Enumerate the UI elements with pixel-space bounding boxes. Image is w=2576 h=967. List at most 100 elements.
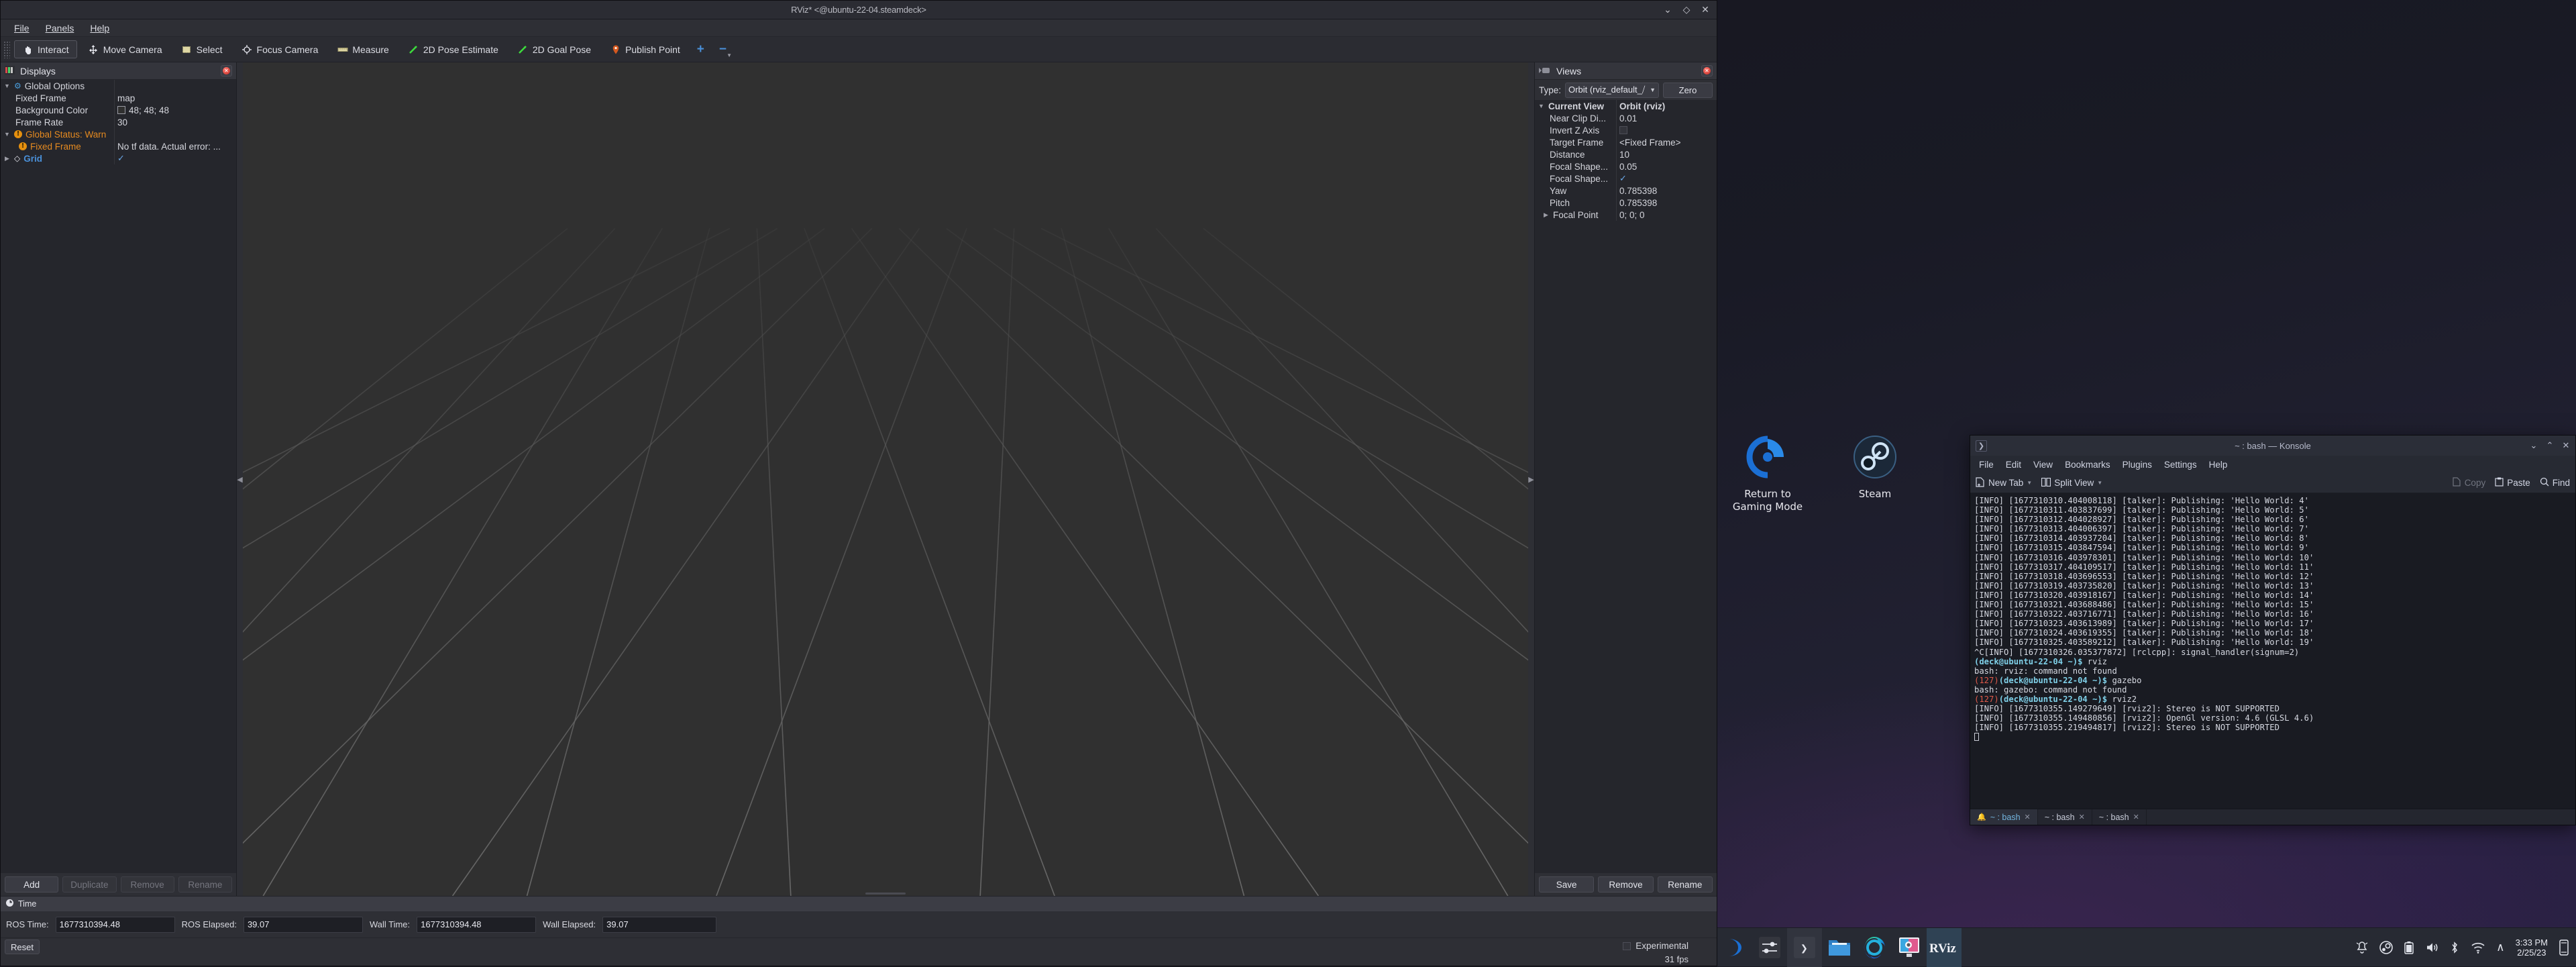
views-row-value[interactable]: 0.01 [1617, 113, 1717, 123]
konsole-minimize-button[interactable]: ⌄ [2530, 441, 2538, 451]
displays-add-button[interactable]: Add [5, 876, 58, 893]
new-tab-button[interactable]: New Tab ▼ [1976, 477, 2032, 489]
display-row-global-status[interactable]: ▼!Global Status: Warn [1, 128, 236, 140]
rviz-minimize-button[interactable]: ⌄ [1663, 5, 1672, 15]
tool-focus-camera[interactable]: Focus Camera [233, 40, 327, 58]
views-zero-button[interactable]: Zero [1663, 83, 1713, 98]
views-row-invert-z-axis[interactable]: Invert Z Axis [1535, 124, 1717, 136]
views-row-value[interactable]: 0.05 [1617, 162, 1717, 172]
reset-button[interactable]: Reset [5, 939, 40, 954]
expander-icon[interactable]: ▼ [3, 131, 11, 138]
checkbox-empty-icon[interactable] [1619, 126, 1627, 134]
rviz-titlebar[interactable]: RViz* <@ubuntu-22-04.steamdeck> ⌄ ◇ ✕ [1, 1, 1717, 19]
views-row-target-frame[interactable]: Target Frame <Fixed Frame> [1535, 136, 1717, 148]
desktop-icon-steam[interactable]: Steam [1825, 433, 1925, 501]
tool-interact[interactable]: Interact [14, 40, 77, 58]
rviz-maximize-button[interactable]: ◇ [1682, 5, 1691, 15]
konsole-tab-2[interactable]: ~ : bash ✕ [2092, 809, 2147, 825]
close-icon[interactable]: ✕ [2079, 813, 2085, 821]
toolbar-drag-handle[interactable] [3, 41, 10, 58]
display-row-global-options[interactable]: ▼⚙Global Options [1, 80, 236, 92]
volume-icon[interactable] [2425, 941, 2438, 954]
bluetooth-icon[interactable] [2449, 941, 2460, 954]
display-row-value[interactable]: 30 [115, 117, 236, 128]
views-row-current-view[interactable]: ▼Current View Orbit (rviz) [1535, 100, 1717, 112]
left-splitter-handle[interactable]: ◀ [237, 62, 243, 896]
menu-panels[interactable]: Panels [38, 21, 83, 36]
views-panel-close-button[interactable]: ✕ [1701, 65, 1713, 77]
new-tab-caret-icon[interactable]: ▼ [2027, 480, 2032, 486]
tool-measure[interactable]: Measure [329, 40, 396, 58]
expander-icon[interactable]: ▼ [3, 83, 11, 89]
device-icon[interactable] [2559, 939, 2569, 956]
taskbar-clock[interactable]: 3:33 PM 2/25/23 [2516, 937, 2548, 958]
taskbar-konsole[interactable]: ❯ [1787, 928, 1822, 967]
views-row-near-clip-distance[interactable]: Near Clip Di... 0.01 [1535, 112, 1717, 124]
checkbox-checked-icon[interactable]: ✓ [117, 153, 125, 164]
display-row-grid[interactable]: ▶◇Grid ✓ [1, 152, 236, 164]
views-type-combobox[interactable]: Orbit (rviz_default_⧸ ▼ [1565, 83, 1659, 98]
find-button[interactable]: Find [2540, 477, 2570, 489]
displays-panel-close-button[interactable]: ✕ [221, 65, 232, 77]
views-row-focal-shape-fixed-size[interactable]: Focal Shape... ✓ [1535, 172, 1717, 185]
viewport-scroll-indicator[interactable] [865, 893, 906, 895]
tool-move-camera[interactable]: Move Camera [80, 40, 170, 58]
views-row-value[interactable]: 0.785398 [1617, 186, 1717, 196]
konsole-menu-settings[interactable]: Settings [2158, 458, 2203, 472]
konsole-menu-bookmarks[interactable]: Bookmarks [2059, 458, 2116, 472]
expander-icon[interactable]: ▶ [3, 155, 11, 162]
display-row-status-fixed-frame[interactable]: !Fixed Frame No tf data. Actual error: .… [1, 140, 236, 152]
tool-remove-button[interactable]: − ▼ [713, 40, 733, 59]
views-row-value[interactable]: 10 [1617, 150, 1717, 160]
tool-publish-point[interactable]: Publish Point [602, 40, 688, 58]
taskbar-edge-browser[interactable] [1857, 928, 1892, 967]
tool-select[interactable]: Select [173, 40, 231, 58]
konsole-menu-view[interactable]: View [2027, 458, 2059, 472]
steam-icon[interactable] [2379, 941, 2393, 954]
wifi-icon[interactable] [2471, 941, 2485, 954]
konsole-close-button[interactable]: ✕ [2562, 441, 2570, 451]
konsole-titlebar[interactable]: ❯ ~ : bash — Konsole ⌄ ⌃ ✕ [1970, 436, 2575, 456]
konsole-maximize-button[interactable]: ⌃ [2546, 441, 2554, 451]
split-view-button[interactable]: Split View ▼ [2041, 478, 2102, 489]
tool-2d-goal-pose[interactable]: 2D Goal Pose [509, 40, 599, 58]
views-save-button[interactable]: Save [1539, 876, 1594, 893]
views-row-value[interactable]: 0.785398 [1617, 198, 1717, 208]
tool-2d-pose-estimate[interactable]: 2D Pose Estimate [400, 40, 506, 58]
display-row-background-color[interactable]: Background Color 48; 48; 48 [1, 104, 236, 116]
konsole-menu-edit[interactable]: Edit [2000, 458, 2027, 472]
ros-elapsed-value[interactable]: 39.07 [244, 917, 363, 933]
show-hidden-icon[interactable]: ∧ [2496, 941, 2504, 954]
display-row-value[interactable]: map [115, 93, 236, 103]
views-row-focal-point[interactable]: ▶Focal Point 0; 0; 0 [1535, 209, 1717, 221]
views-row-value[interactable]: 0; 0; 0 [1617, 210, 1717, 220]
views-remove-button[interactable]: Remove [1598, 876, 1653, 893]
split-view-caret-icon[interactable]: ▼ [2097, 480, 2102, 486]
konsole-menu-plugins[interactable]: Plugins [2116, 458, 2158, 472]
paste-button[interactable]: Paste [2495, 477, 2530, 489]
wall-elapsed-value[interactable]: 39.07 [602, 917, 716, 933]
display-row-frame-rate[interactable]: Frame Rate 30 [1, 116, 236, 128]
experimental-toggle[interactable]: Experimental [1623, 941, 1688, 951]
rviz-close-button[interactable]: ✕ [1701, 5, 1710, 15]
desktop-icon-return-to-gaming-mode[interactable]: Return to Gaming Mode [1717, 433, 1818, 513]
close-icon[interactable]: ✕ [2133, 813, 2139, 821]
display-row-fixed-frame[interactable]: Fixed Frame map [1, 92, 236, 104]
taskbar-file-manager[interactable] [1822, 928, 1857, 967]
views-property-tree[interactable]: ▼Current View Orbit (rviz) Near Clip Di.… [1535, 100, 1717, 873]
views-rename-button[interactable]: Rename [1658, 876, 1713, 893]
ros-time-value[interactable]: 1677310394.48 [56, 917, 175, 933]
menu-help[interactable]: Help [82, 21, 117, 36]
views-row-distance[interactable]: Distance 10 [1535, 148, 1717, 160]
notifications-icon[interactable] [2355, 941, 2369, 954]
checkbox-checked-icon[interactable]: ✓ [1619, 173, 1627, 184]
displays-property-tree[interactable]: ▼⚙Global Options Fixed Frame map Backgro… [1, 80, 236, 873]
views-row-yaw[interactable]: Yaw 0.785398 [1535, 185, 1717, 197]
taskbar-settings[interactable] [1752, 928, 1787, 967]
konsole-menu-file[interactable]: File [1973, 458, 2000, 472]
battery-icon[interactable] [2404, 941, 2414, 954]
menu-file[interactable]: File [6, 21, 38, 36]
terminal-output[interactable]: [INFO] [1677310310.404008118] [talker]: … [1970, 493, 2575, 809]
konsole-tab-0[interactable]: 🔔 ~ : bash ✕ [1970, 809, 2038, 825]
konsole-menu-help[interactable]: Help [2203, 458, 2234, 472]
